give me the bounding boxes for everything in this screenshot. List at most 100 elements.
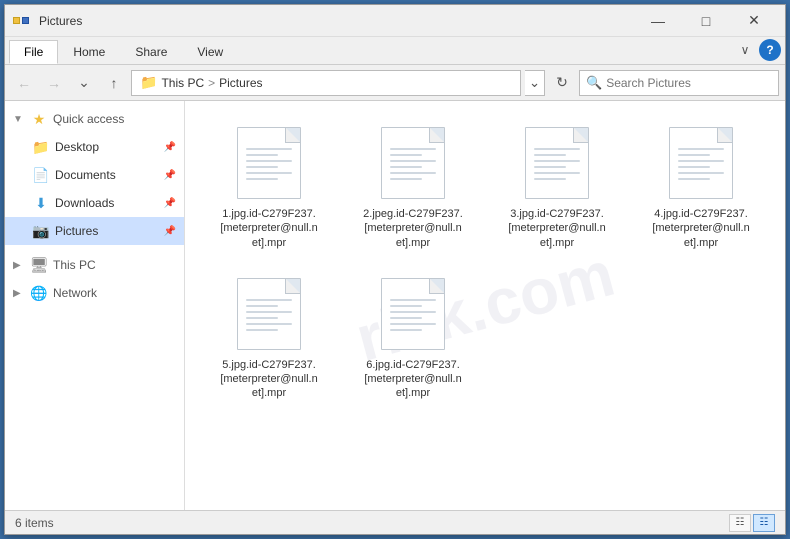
file-line bbox=[246, 166, 278, 168]
ribbon-expand-button[interactable]: ∨ bbox=[733, 39, 757, 61]
sidebar: ▼ ★ Quick access 📁 Desktop 📌 📄 Documents… bbox=[5, 101, 185, 510]
this-pc-label: This PC bbox=[53, 258, 96, 272]
file-icon-wrapper bbox=[377, 123, 449, 203]
window-title: Pictures bbox=[39, 14, 635, 28]
file-icon bbox=[237, 278, 301, 350]
file-item[interactable]: 4.jpg.id-C279F237.[meterpreter@null.net]… bbox=[633, 117, 769, 256]
network-label: Network bbox=[53, 286, 97, 300]
file-line bbox=[246, 305, 278, 307]
file-lines bbox=[390, 148, 436, 184]
file-name: 3.jpg.id-C279F237.[meterpreter@null.net]… bbox=[507, 207, 607, 250]
documents-label: Documents bbox=[55, 168, 116, 182]
file-item[interactable]: 6.jpg.id-C279F237.[meterpreter@null.net]… bbox=[345, 268, 481, 407]
network-expand-icon: ▶ bbox=[13, 288, 25, 299]
sidebar-item-this-pc[interactable]: ▶ 🖥 This PC bbox=[5, 251, 184, 279]
corner-fold bbox=[430, 128, 444, 142]
file-line bbox=[246, 329, 278, 331]
file-item[interactable]: 2.jpeg.id-C279F237.[meterpreter@null.net… bbox=[345, 117, 481, 256]
expand-icon: ▼ bbox=[13, 114, 25, 125]
main-content: ▼ ★ Quick access 📁 Desktop 📌 📄 Documents… bbox=[5, 101, 785, 510]
file-line bbox=[534, 160, 580, 162]
forward-button[interactable]: → bbox=[41, 70, 67, 96]
search-icon: 🔍 bbox=[586, 75, 602, 91]
path-this-pc[interactable]: This PC bbox=[161, 76, 204, 90]
file-line bbox=[390, 311, 436, 313]
up-button[interactable]: ↑ bbox=[101, 70, 127, 96]
file-icon bbox=[237, 127, 301, 199]
file-line bbox=[390, 154, 422, 156]
path-dropdown-button[interactable]: ⌄ bbox=[525, 70, 545, 96]
close-button[interactable]: ✕ bbox=[731, 6, 777, 36]
file-icon-wrapper bbox=[233, 274, 305, 354]
corner-fold bbox=[286, 128, 300, 142]
file-line bbox=[534, 148, 580, 150]
file-lines bbox=[246, 299, 292, 335]
tab-view[interactable]: View bbox=[182, 40, 238, 64]
file-icon bbox=[381, 127, 445, 199]
sidebar-item-desktop[interactable]: 📁 Desktop 📌 bbox=[5, 133, 184, 161]
corner-fold bbox=[286, 279, 300, 293]
status-item-count: 6 items bbox=[15, 516, 729, 530]
corner-fold bbox=[718, 128, 732, 142]
file-icon-wrapper bbox=[665, 123, 737, 203]
back-button[interactable]: ← bbox=[11, 70, 37, 96]
file-line bbox=[246, 311, 292, 313]
file-line bbox=[390, 166, 422, 168]
address-bar: ← → ⌄ ↑ 📁 This PC > Pictures ⌄ ↻ 🔍 bbox=[5, 65, 785, 101]
search-box[interactable]: 🔍 bbox=[579, 70, 779, 96]
file-lines bbox=[678, 148, 724, 184]
search-input[interactable] bbox=[606, 76, 772, 90]
tab-file[interactable]: File bbox=[9, 40, 58, 64]
tab-share[interactable]: Share bbox=[120, 40, 182, 64]
tab-home[interactable]: Home bbox=[58, 40, 120, 64]
minimize-button[interactable]: — bbox=[635, 6, 681, 36]
sidebar-item-downloads[interactable]: ⬇ Downloads 📌 bbox=[5, 189, 184, 217]
file-line bbox=[534, 154, 566, 156]
sidebar-item-quick-access[interactable]: ▼ ★ Quick access bbox=[5, 105, 184, 133]
pc-icon: 🖥 bbox=[31, 257, 47, 273]
corner-fold bbox=[430, 279, 444, 293]
file-lines bbox=[246, 148, 292, 184]
file-item[interactable]: 5.jpg.id-C279F237.[meterpreter@null.net]… bbox=[201, 268, 337, 407]
file-name: 5.jpg.id-C279F237.[meterpreter@null.net]… bbox=[219, 358, 319, 401]
file-line bbox=[390, 172, 436, 174]
grid-view-button[interactable]: ☷ bbox=[753, 514, 775, 532]
maximize-button[interactable]: □ bbox=[683, 6, 729, 36]
file-line bbox=[390, 323, 436, 325]
path-icon: 📁 bbox=[140, 74, 157, 91]
file-line bbox=[390, 305, 422, 307]
documents-icon: 📄 bbox=[33, 167, 49, 183]
sidebar-item-pictures[interactable]: 📷 Pictures 📌 bbox=[5, 217, 184, 245]
file-line bbox=[246, 154, 278, 156]
star-icon: ★ bbox=[31, 111, 47, 127]
file-item[interactable]: 3.jpg.id-C279F237.[meterpreter@null.net]… bbox=[489, 117, 625, 256]
files-grid: 1.jpg.id-C279F237.[meterpreter@null.net]… bbox=[201, 117, 769, 407]
file-line bbox=[678, 172, 724, 174]
list-view-button[interactable]: ☷ bbox=[729, 514, 751, 532]
address-path[interactable]: 📁 This PC > Pictures bbox=[131, 70, 521, 96]
view-buttons: ☷ ☷ bbox=[729, 514, 775, 532]
pin-icon-docs: 📌 bbox=[164, 170, 176, 181]
file-line bbox=[246, 323, 292, 325]
pin-icon: 📌 bbox=[164, 142, 176, 153]
file-area[interactable]: risk.com bbox=[185, 101, 785, 510]
file-line bbox=[246, 317, 278, 319]
desktop-label: Desktop bbox=[55, 140, 99, 154]
title-controls: — □ ✕ bbox=[635, 6, 777, 36]
refresh-button[interactable]: ↻ bbox=[549, 70, 575, 96]
file-icon bbox=[381, 278, 445, 350]
file-name: 4.jpg.id-C279F237.[meterpreter@null.net]… bbox=[651, 207, 751, 250]
file-line bbox=[678, 160, 724, 162]
recent-locations-button[interactable]: ⌄ bbox=[71, 70, 97, 96]
file-lines bbox=[534, 148, 580, 184]
file-line bbox=[246, 178, 278, 180]
sidebar-item-network[interactable]: ▶ 🌐 Network bbox=[5, 279, 184, 307]
file-item[interactable]: 1.jpg.id-C279F237.[meterpreter@null.net]… bbox=[201, 117, 337, 256]
path-pictures[interactable]: Pictures bbox=[219, 76, 262, 90]
sidebar-item-documents[interactable]: 📄 Documents 📌 bbox=[5, 161, 184, 189]
pictures-icon: 📷 bbox=[33, 223, 49, 239]
downloads-label: Downloads bbox=[55, 196, 114, 210]
network-icon: 🌐 bbox=[31, 285, 47, 301]
file-icon bbox=[525, 127, 589, 199]
ribbon-help-button[interactable]: ? bbox=[759, 39, 781, 61]
